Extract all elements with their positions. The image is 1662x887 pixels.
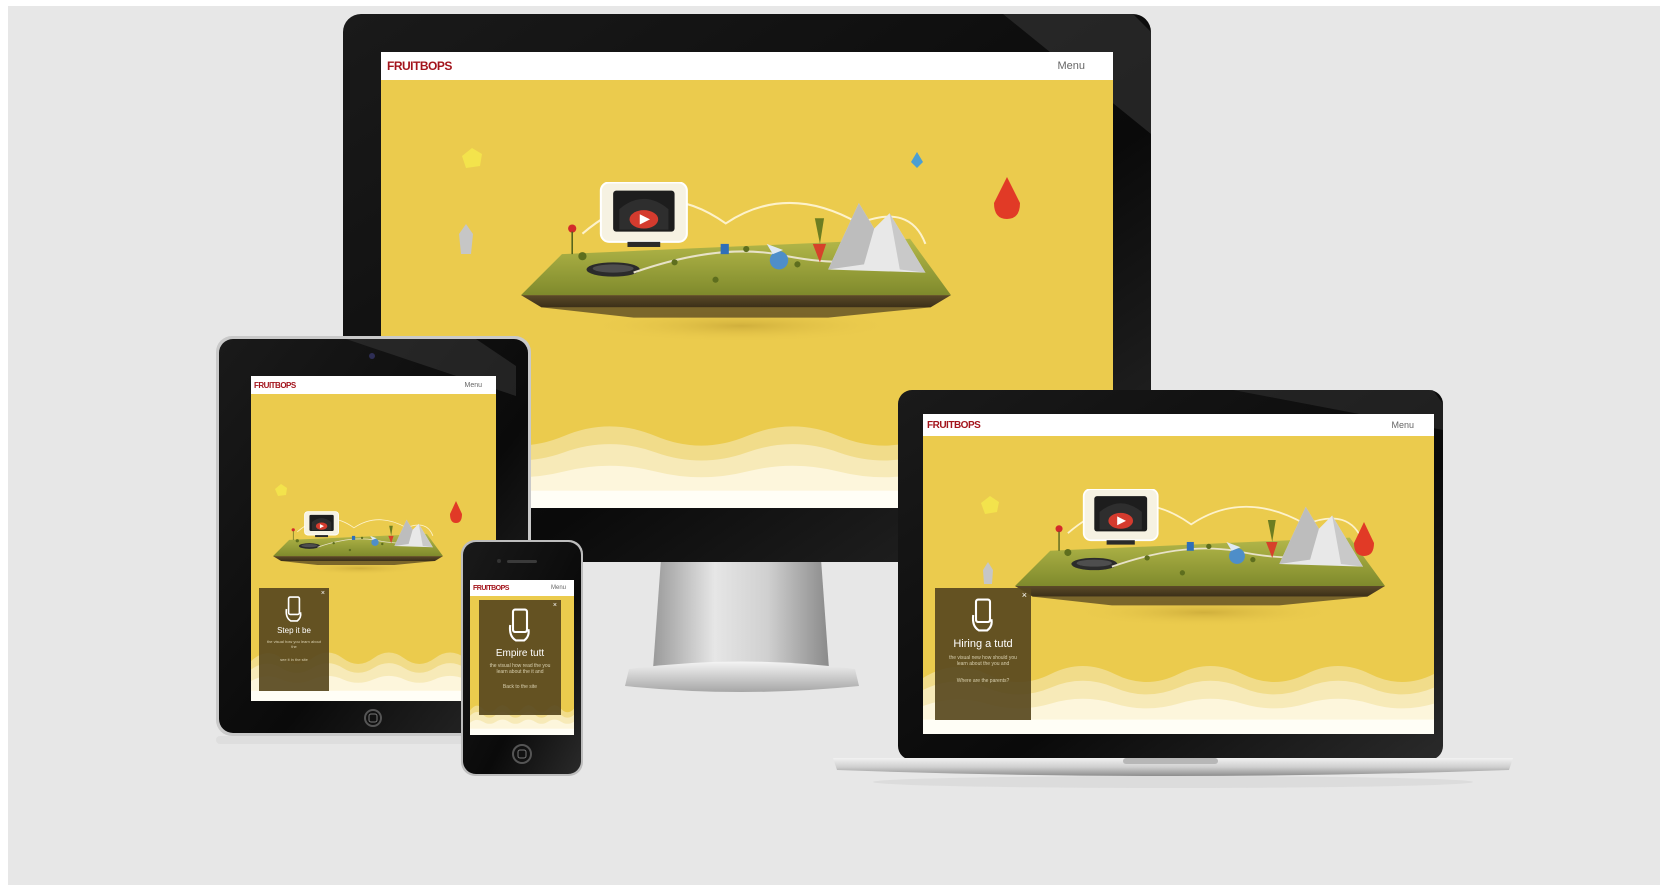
site-header: FRUITBOPS Menu	[470, 580, 574, 596]
popup-title: Step it be	[277, 626, 311, 635]
close-icon[interactable]: ×	[1022, 590, 1027, 600]
phone-screen: FRUITBOPS Menu × Empire tutt the visual …	[470, 580, 574, 735]
phone: FRUITBOPS Menu × Empire tutt the visual …	[461, 540, 583, 780]
site-logo[interactable]: FRUITBOPS	[473, 585, 509, 592]
popup-title: Hiring a tutd	[953, 638, 1013, 650]
red-drop-icon	[1354, 522, 1374, 556]
menu-link[interactable]: Menu	[1057, 60, 1085, 72]
site-logo[interactable]: FRUITBOPS	[927, 420, 981, 431]
yellow-gem-icon	[275, 484, 287, 496]
grey-crystal-icon	[983, 562, 993, 584]
popup-title: Empire tutt	[495, 648, 545, 659]
info-popup: × Step it be the visual how you learn ab…	[259, 588, 329, 691]
red-drop-icon	[450, 501, 462, 523]
popup-body: the visual how you learn about the	[266, 639, 322, 649]
phone-hand-icon	[508, 608, 530, 642]
site-header: FRUITBOPS Menu	[923, 414, 1434, 436]
site-logo[interactable]: FRUITBOPS	[254, 381, 296, 390]
laptop: FRUITBOPS Menu × Hiring a tutd the visua…	[833, 390, 1513, 790]
popup-link[interactable]: see it in the site	[259, 657, 329, 662]
site-header: FRUITBOPS Menu	[251, 376, 496, 394]
laptop-screen: FRUITBOPS Menu × Hiring a tutd the visua…	[923, 414, 1434, 734]
tablet-screen: FRUITBOPS Menu × Step it be the visual h…	[251, 376, 496, 701]
yellow-gem-icon	[981, 496, 999, 514]
info-popup: × Empire tutt the visual how read the yo…	[479, 600, 561, 715]
yellow-gem-icon	[462, 148, 482, 168]
floating-island-scene	[521, 182, 951, 344]
floating-island-scene	[273, 511, 443, 576]
close-icon[interactable]: ×	[321, 590, 325, 597]
blue-gem-icon	[911, 152, 923, 168]
site-logo[interactable]: FRUITBOPS	[387, 59, 452, 73]
info-popup: × Hiring a tutd the visual new how shoul…	[935, 588, 1031, 720]
floating-island-scene	[1015, 489, 1385, 628]
menu-link[interactable]: Menu	[464, 382, 482, 389]
phone-hand-icon	[285, 596, 302, 622]
phone-hand-icon	[971, 598, 993, 632]
close-icon[interactable]: ×	[553, 602, 557, 609]
menu-link[interactable]: Menu	[551, 585, 566, 591]
devices-showcase: FRUITBOPS Menu FRUITBOPS Menu × Step it …	[8, 6, 1660, 885]
popup-body: the visual how read the you learn about …	[489, 663, 551, 676]
menu-link[interactable]: Menu	[1391, 420, 1414, 430]
grey-crystal-icon	[459, 224, 473, 254]
popup-body: the visual new how should you learn abou…	[949, 655, 1017, 668]
popup-link[interactable]: Back to the site	[479, 684, 561, 690]
red-drop-icon	[994, 177, 1020, 219]
site-header: FRUITBOPS Menu	[381, 52, 1113, 80]
popup-link[interactable]: Where are the parents?	[935, 678, 1031, 684]
